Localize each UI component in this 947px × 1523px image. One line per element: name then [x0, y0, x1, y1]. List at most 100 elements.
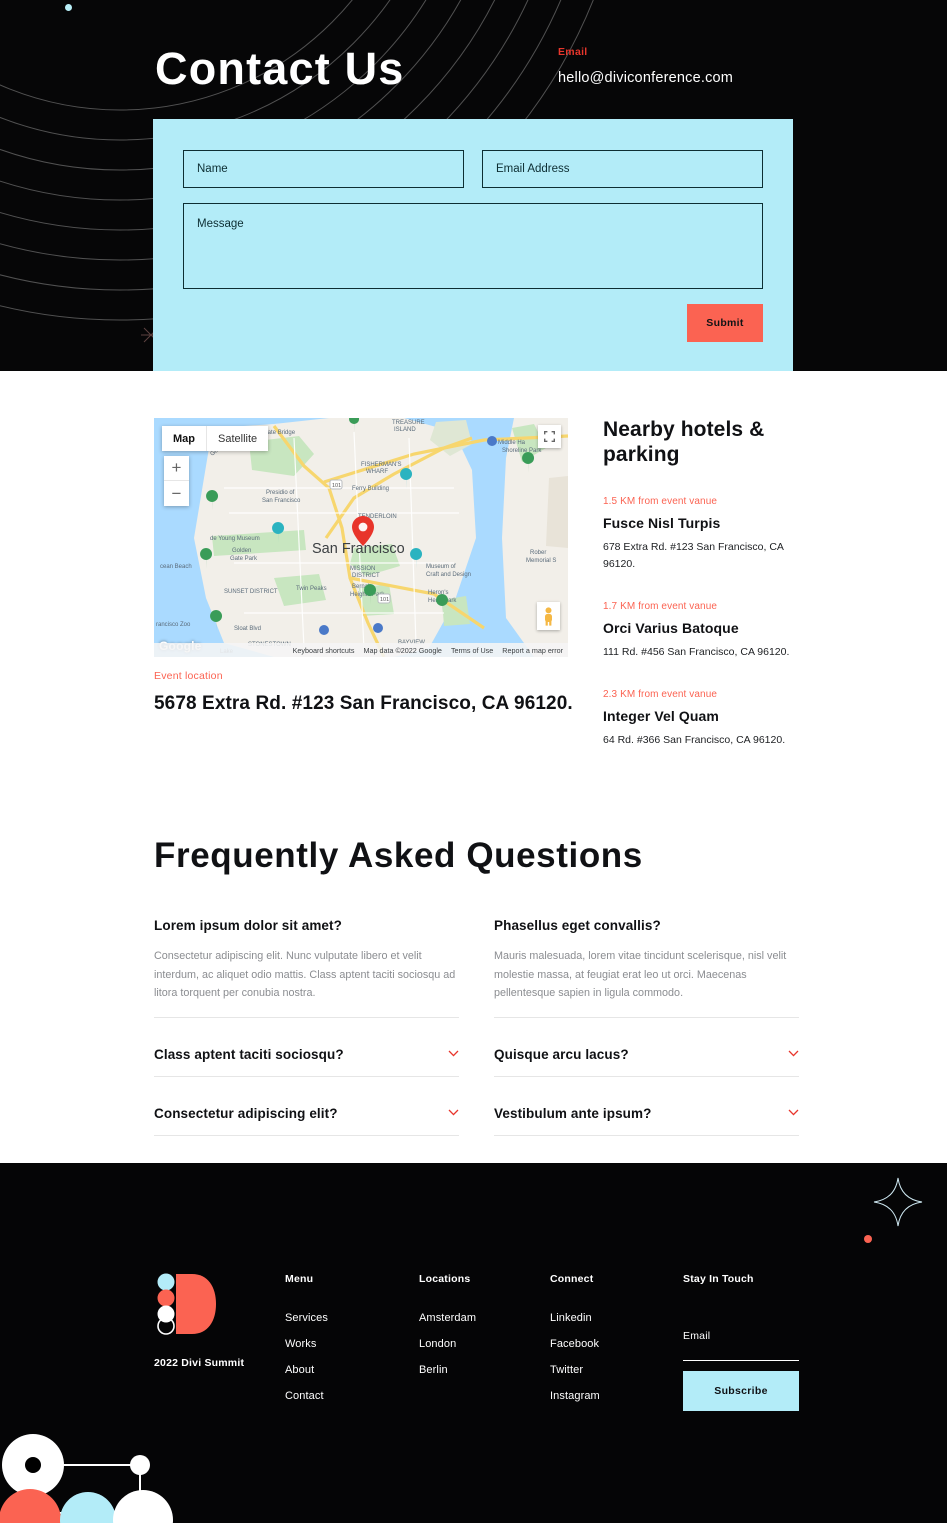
faq-item[interactable]: Phasellus eget convallis? Mauris malesua… — [494, 918, 799, 1018]
faq-question-row[interactable]: Phasellus eget convallis? — [494, 918, 799, 933]
svg-text:DISTRICT: DISTRICT — [352, 573, 380, 579]
svg-text:rancisco Zoo: rancisco Zoo — [156, 622, 191, 628]
faq-item[interactable]: Lorem ipsum dolor sit amet? Consectetur … — [154, 918, 459, 1018]
svg-text:de Young Museum: de Young Museum — [210, 536, 260, 542]
google-map[interactable]: Golden Gate Bridge FISHERMAN'S WHARF Fer… — [154, 418, 568, 657]
chevron-down-icon[interactable] — [788, 1109, 799, 1116]
svg-text:Museum of: Museum of — [426, 564, 456, 570]
faq-answer: Consectetur adipiscing elit. Nunc vulput… — [154, 950, 456, 1000]
footer-link-about[interactable]: About — [285, 1364, 419, 1376]
footer-email-label: Email — [683, 1330, 711, 1342]
fullscreen-icon — [544, 431, 555, 442]
name-input[interactable] — [183, 150, 464, 188]
svg-text:Shoreline Park: Shoreline Park — [502, 448, 542, 454]
footer-brand: 2022 Divi Summit — [154, 1273, 285, 1416]
chevron-down-icon[interactable] — [788, 1050, 799, 1057]
footer-menu-heading: Menu — [285, 1273, 314, 1285]
svg-text:Twin Peaks: Twin Peaks — [296, 586, 327, 592]
svg-text:San Francisco: San Francisco — [262, 498, 301, 504]
satellite-tab[interactable]: Satellite — [207, 426, 268, 451]
site-footer: 2022 Divi Summit Menu Services Works Abo… — [0, 1163, 947, 1523]
svg-text:WHARF: WHARF — [366, 469, 388, 475]
faq-question: Consectetur adipiscing elit? — [154, 1105, 338, 1121]
message-textarea[interactable] — [183, 203, 763, 289]
faq-item[interactable]: Quisque arcu lacus? — [494, 1047, 799, 1077]
map-tab[interactable]: Map — [162, 426, 206, 451]
faq-question-row[interactable]: Quisque arcu lacus? — [494, 1047, 799, 1062]
svg-text:Ferry Building: Ferry Building — [352, 486, 389, 492]
faq-question: Quisque arcu lacus? — [494, 1046, 629, 1062]
faq-question-row[interactable]: Consectetur adipiscing elit? — [154, 1106, 459, 1121]
footer-email-input[interactable] — [683, 1349, 799, 1361]
footer-connect-heading: Connect — [550, 1273, 594, 1285]
nearby-hotels-title: Nearby hotels & parking — [603, 418, 765, 466]
hotel-name: Integer Vel Quam — [603, 707, 719, 724]
email-input[interactable] — [482, 150, 763, 188]
email-label: Email — [558, 46, 588, 58]
hotel-name: Fusce Nisl Turpis — [603, 514, 721, 531]
svg-text:cean Beach: cean Beach — [160, 564, 192, 570]
svg-text:Rober: Rober — [530, 550, 546, 556]
faq-item[interactable]: Class aptent taciti sociosqu? — [154, 1047, 459, 1077]
svg-text:ISLAND: ISLAND — [394, 427, 416, 433]
footer-stay-in-touch-heading: Stay In Touch — [683, 1273, 754, 1285]
chevron-down-icon[interactable] — [448, 1050, 459, 1057]
footer-link-amsterdam[interactable]: Amsterdam — [419, 1312, 550, 1324]
footer-link-twitter[interactable]: Twitter — [550, 1364, 683, 1376]
map-data-text: Map data ©2022 Google — [363, 645, 442, 655]
form-top-row — [183, 150, 763, 188]
svg-text:FISHERMAN'S: FISHERMAN'S — [361, 462, 401, 468]
keyboard-shortcuts-link[interactable]: Keyboard shortcuts — [293, 646, 355, 655]
faq-item[interactable]: Consectetur adipiscing elit? — [154, 1106, 459, 1136]
hotel-list-item: 1.7 KM from event vanue Orci Varius Bato… — [603, 601, 799, 661]
hotel-distance: 2.3 KM from event vanue — [603, 688, 718, 700]
faq-column-right: Phasellus eget convallis? Mauris malesua… — [494, 918, 799, 1165]
email-value[interactable]: hello@diviconference.com — [558, 70, 733, 86]
subscribe-button[interactable]: Subscribe — [683, 1371, 799, 1411]
footer-link-services[interactable]: Services — [285, 1312, 419, 1324]
footer-link-facebook[interactable]: Facebook — [550, 1338, 683, 1350]
faq-question: Phasellus eget convallis? — [494, 918, 661, 933]
fullscreen-button[interactable] — [538, 425, 561, 448]
chevron-down-icon[interactable] — [448, 1109, 459, 1116]
svg-text:Craft and Design: Craft and Design — [426, 572, 471, 578]
page-root: Contact Us Email hello@diviconference.co… — [0, 0, 947, 1523]
faq-question-row[interactable]: Class aptent taciti sociosqu? — [154, 1047, 459, 1062]
faq-column-left: Lorem ipsum dolor sit amet? Consectetur … — [154, 918, 459, 1165]
hotel-address: 678 Extra Rd. #123 San Francisco, CA 961… — [603, 540, 784, 570]
hotel-name: Orci Varius Batoque — [603, 619, 739, 636]
footer-brand-caption: 2022 Divi Summit — [154, 1357, 245, 1369]
sparkle-star-icon — [873, 1177, 923, 1227]
footer-link-london[interactable]: London — [419, 1338, 550, 1350]
submit-button[interactable]: Submit — [687, 304, 763, 342]
faq-question: Vestibulum ante ipsum? — [494, 1105, 652, 1121]
hotel-list-item: 1.5 KM from event vanue Fusce Nisl Turpi… — [603, 496, 799, 573]
map-zoom-control[interactable]: + − — [164, 456, 189, 506]
footer-link-works[interactable]: Works — [285, 1338, 419, 1350]
street-view-pegman[interactable] — [537, 602, 560, 630]
faq-question-row[interactable]: Lorem ipsum dolor sit amet? — [154, 918, 459, 933]
faq-item[interactable]: Vestibulum ante ipsum? — [494, 1106, 799, 1136]
svg-text:101: 101 — [332, 483, 341, 489]
footer-decorative-circles — [0, 1434, 173, 1523]
footer-link-instagram[interactable]: Instagram — [550, 1390, 683, 1402]
faq-question: Class aptent taciti sociosqu? — [154, 1046, 344, 1062]
footer-columns: 2022 Divi Summit Menu Services Works Abo… — [154, 1273, 799, 1416]
faq-question-row[interactable]: Vestibulum ante ipsum? — [494, 1106, 799, 1121]
map-type-control[interactable]: Map Satellite — [162, 426, 269, 451]
zoom-in-button[interactable]: + — [164, 456, 189, 481]
footer-link-berlin[interactable]: Berlin — [419, 1364, 550, 1376]
report-map-error-link[interactable]: Report a map error — [502, 646, 563, 655]
faq-answer: Mauris malesuada, lorem vitae tincidunt … — [494, 950, 787, 1000]
svg-text:Memorial S: Memorial S — [526, 558, 556, 564]
footer-link-linkedin[interactable]: Linkedin — [550, 1312, 683, 1324]
hero-email-block: Email hello@diviconference.com — [558, 46, 733, 86]
terms-of-use-link[interactable]: Terms of Use — [451, 646, 493, 655]
footer-link-contact[interactable]: Contact — [285, 1390, 419, 1402]
svg-text:Gate Park: Gate Park — [230, 556, 258, 562]
zoom-out-button[interactable]: − — [164, 481, 189, 506]
hotel-distance: 1.7 KM from event vanue — [603, 600, 718, 612]
pegman-icon — [545, 606, 552, 626]
hotel-distance: 1.5 KM from event vanue — [603, 495, 718, 507]
event-location-address: 5678 Extra Rd. #123 San Francisco, CA 96… — [154, 693, 573, 714]
